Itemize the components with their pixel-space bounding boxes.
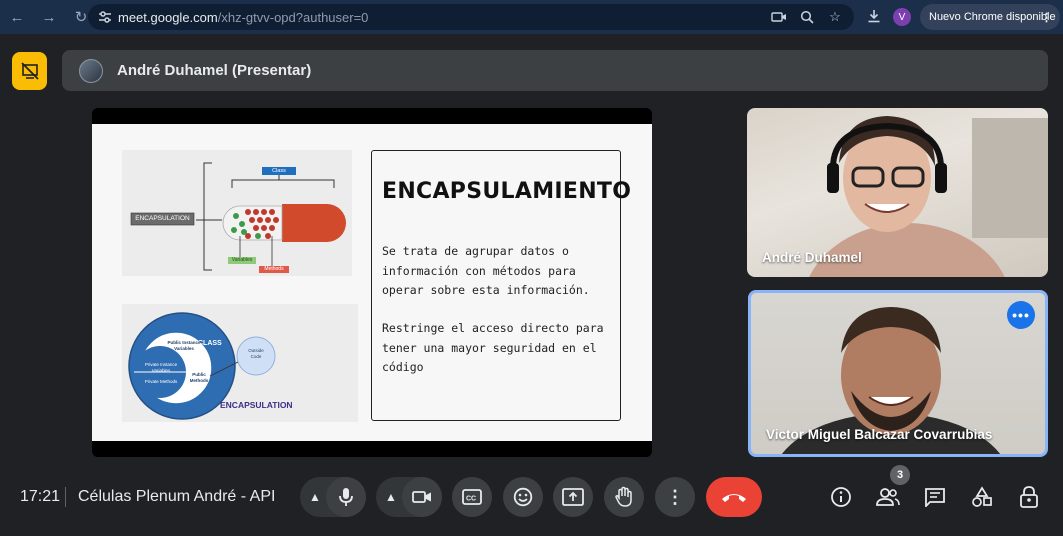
forward-arrow-icon[interactable]: → [38,6,60,28]
raise-hand-button[interactable] [604,477,644,517]
reactions-button[interactable] [503,477,543,517]
presenter-avatar [79,58,103,83]
host-controls-button[interactable] [1016,484,1042,510]
slide-title: ENCAPSULAMIENTO [382,179,632,204]
update-label: Nuevo Chrome disponible [929,11,1056,23]
activities-button[interactable] [969,484,995,510]
diagram2-private-methods-label: Private Methods [144,379,178,384]
diagram2-public-methods-label: Public Methods [189,372,209,383]
presenting-indicator-icon[interactable] [12,52,47,90]
more-options-icon[interactable]: ••• [1007,301,1035,329]
participant-tile-active[interactable]: ••• Victor Miguel Balcazar Covarrubias [748,290,1048,457]
kebab-menu-icon: ⋮ [666,486,684,507]
diagram1-encapsulation-label: ENCAPSULATION [135,215,190,222]
microphone-icon [339,488,353,506]
chrome-update-button[interactable]: Nuevo Chrome disponible ⋮ [920,4,1060,30]
emoji-icon [513,487,533,507]
leave-call-button[interactable] [706,477,762,517]
lock-person-icon [1020,486,1038,508]
present-now-button[interactable] [553,477,593,517]
kebab-menu-icon: ⋮ [1041,11,1052,24]
participant-tile[interactable]: André Duhamel [747,108,1048,277]
people-icon [876,488,900,506]
participant-count-badge: 3 [890,465,910,485]
diagram2-private-instance-label: Private Instance Variables [144,362,178,373]
slide-paragraph-1: Se trata de agrupar datos o información … [382,244,590,297]
presentation-slide: Class ENCAPSULATION Variables Methods CL… [92,124,652,441]
url-path: /xhz-gtvv-opd?authuser=0 [217,9,369,25]
zoom-icon[interactable] [798,8,816,26]
shapes-icon [972,486,992,507]
diagram1-class-label: Class [272,168,286,174]
video-camera-icon [412,491,431,503]
bookmark-star-icon[interactable]: ☆ [826,8,844,26]
encapsulation-circle-diagram: CLASS Public Instance Variables Private … [122,304,358,422]
diagram1-methods-label: Methods [264,266,284,272]
browser-toolbar: ← → ↻ meet.google.com/xhz-gtvv-opd?authu… [0,0,1063,34]
address-bar[interactable]: meet.google.com/xhz-gtvv-opd?authuser=0 … [88,4,854,30]
url-text: meet.google.com/xhz-gtvv-opd?authuser=0 [118,10,368,25]
chat-button[interactable] [922,484,948,510]
present-screen-icon [562,488,584,506]
presenter-label: André Duhamel (Presentar) [117,62,312,79]
more-options-button[interactable]: ⋮ [655,477,695,517]
camera-button[interactable] [402,477,442,517]
diagram2-outside-code-label: Outside Code [248,348,264,359]
closed-captions-icon: CC [462,489,482,505]
hand-icon [615,486,632,507]
microphone-button[interactable] [326,477,366,517]
slide-paragraph-2: Restringe el acceso directo para tener u… [382,321,604,374]
meeting-name: Células Plenum André - API [78,488,276,505]
diagram2-encapsulation-label: ENCAPSULATION [220,400,293,410]
camera-status-icon[interactable] [770,8,788,26]
diagram1-variables-label: Variables [231,257,253,263]
participant-name: Victor Miguel Balcazar Covarrubias [766,427,993,442]
capsule-diagram: Class ENCAPSULATION Variables Methods [122,150,352,276]
meeting-details-button[interactable] [828,484,854,510]
chat-icon [925,488,945,507]
profile-avatar[interactable]: V [893,8,911,26]
divider [65,487,66,507]
meeting-clock: 17:21 [20,488,61,505]
info-icon [831,487,851,507]
svg-text:CC: CC [466,496,476,503]
captions-button[interactable]: CC [452,477,492,517]
url-host: meet.google.com [118,9,218,25]
diagram2-public-instance-label: Public Instance Variables [167,340,201,351]
meet-window: ← → ↻ meet.google.com/xhz-gtvv-opd?authu… [0,0,1063,536]
slide-text-box: ENCAPSULAMIENTO Se trata de agrupar dato… [371,150,631,421]
site-info-icon[interactable] [92,4,118,30]
people-button[interactable] [875,484,901,510]
back-arrow-icon[interactable]: ← [6,6,28,28]
participant-name: André Duhamel [762,250,862,265]
presenter-banner: André Duhamel (Presentar) [62,50,1048,91]
hang-up-icon [722,494,746,502]
download-icon[interactable] [864,6,884,26]
